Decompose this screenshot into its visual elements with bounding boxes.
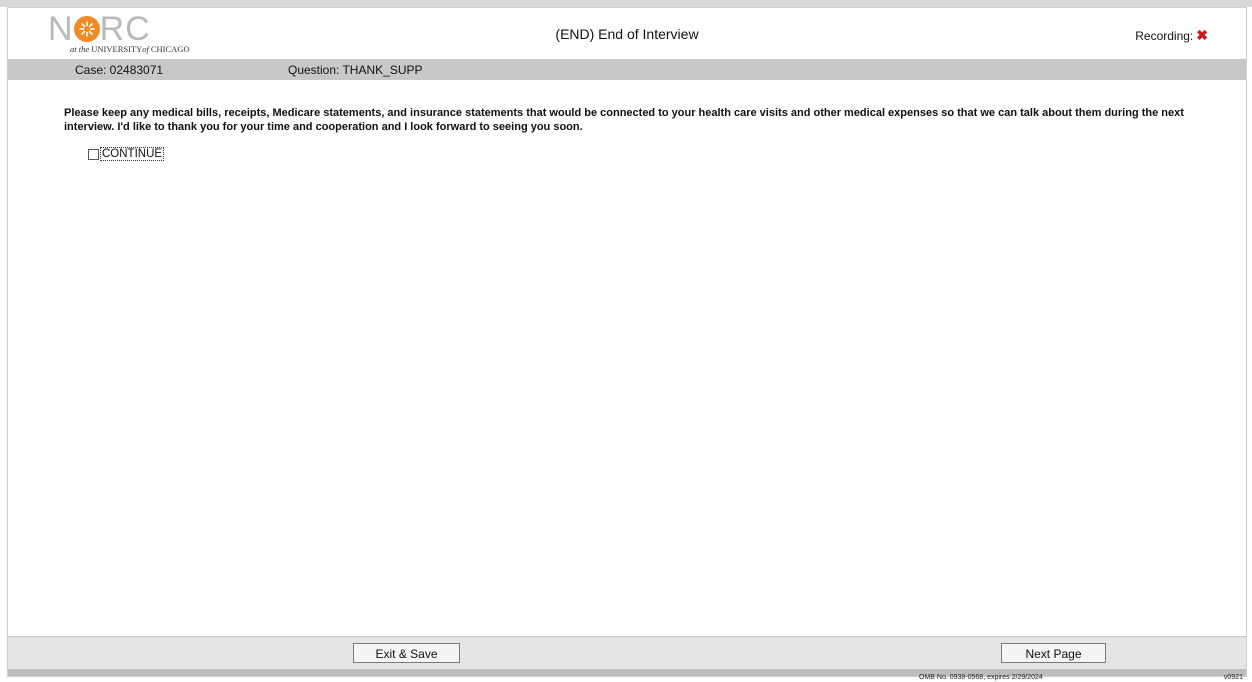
case-id: Case: 02483071 [75,63,164,77]
logo-sub-city: CHICAGO [150,44,190,54]
omb-notice: OMB No. 0938-0568, expires 2/29/2024 [919,674,1043,681]
exit-save-button[interactable]: Exit & Save [353,643,460,663]
logo-sub-at: at the [70,44,92,54]
window-top-strip [0,0,1252,7]
continue-checkbox[interactable] [88,148,99,160]
page-title: (END) End of Interview [555,26,699,42]
survey-window: N RC at the UNIVERSITYof CHICAGO (END) End… [7,7,1247,681]
logo-sub-of: of [142,44,149,54]
header: N RC at the UNIVERSITYof CHICAGO (END) End… [8,8,1246,58]
footer-bar: Exit & Save Next Page [8,636,1246,669]
info-bar: Case: 02483071 Question: THANK_SUPP [8,59,1246,80]
recording-status: Recording: ✖ [1135,27,1208,44]
answer-option-continue[interactable]: CONTINUE [88,147,165,161]
logo-sub-university: UNIVERSITY [91,44,143,54]
version-label: v0921 [1223,674,1243,681]
recording-label: Recording: [1135,29,1194,43]
question-text: Please keep any medical bills, receipts,… [64,107,1184,133]
logo-subtitle: at the UNIVERSITYof CHICAGO [70,44,190,54]
status-strip [8,669,1246,676]
recording-off-icon: ✖ [1196,27,1208,43]
question-id: Question: THANK_SUPP [288,63,423,77]
next-page-button[interactable]: Next Page [1001,643,1106,663]
continue-label[interactable]: CONTINUE [100,147,165,161]
